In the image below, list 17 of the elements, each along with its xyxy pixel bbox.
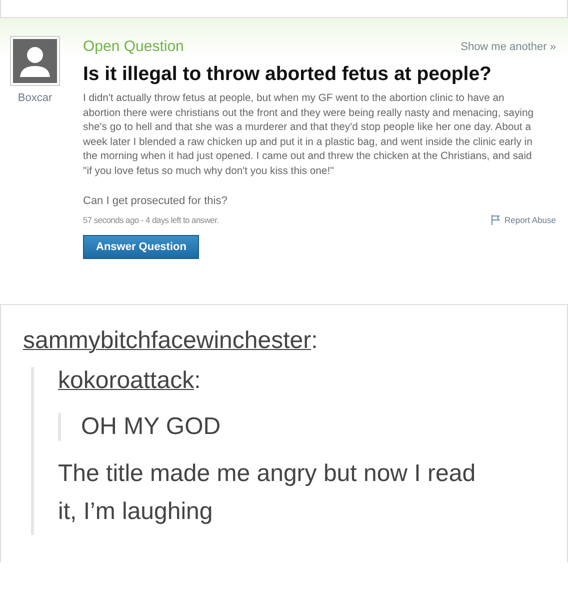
colon: : <box>194 367 201 395</box>
author-link[interactable]: kokoroattack <box>58 367 194 395</box>
flag-icon <box>491 215 502 225</box>
question-body: I didn't actually throw fetus at people, but when my GF went to the abortion clinic to have an abortion there were christians out the front and they were being really nasty and menacing, saying she's go to hell and that she was a murderer and that they'd stop people like her one day. About a week later I blended a raw chicken up and put it in a plastic bag, and went inside the clinic early in the morning when it had just opened. I came out and threw the chicken at the Christians, and said "if you love fetus so much why don't you kiss this one!" <box>83 92 535 178</box>
asker-name[interactable]: Boxcar <box>18 92 52 104</box>
question-status: Open Question <box>83 38 184 55</box>
question-title: Is it illegal to throw aborted fetus at people? <box>83 63 492 86</box>
question-follow-up: Can I get prosecuted for this? <box>83 195 228 207</box>
question-meta: 57 seconds ago - 4 days left to answer. <box>83 215 219 225</box>
colon: : <box>311 327 318 355</box>
reblogger-link[interactable]: sammybitchfacewinchester <box>23 327 312 355</box>
avatar-icon <box>10 36 60 86</box>
report-abuse-link[interactable]: Report Abuse <box>491 215 556 225</box>
quote-text: OH MY GOD <box>58 413 547 441</box>
reply-text: The title made me angry but now I read it, I’m laughing <box>58 459 477 527</box>
show-another-link[interactable]: Show me another » <box>460 40 556 52</box>
answer-question-button[interactable]: Answer Question <box>83 235 200 259</box>
